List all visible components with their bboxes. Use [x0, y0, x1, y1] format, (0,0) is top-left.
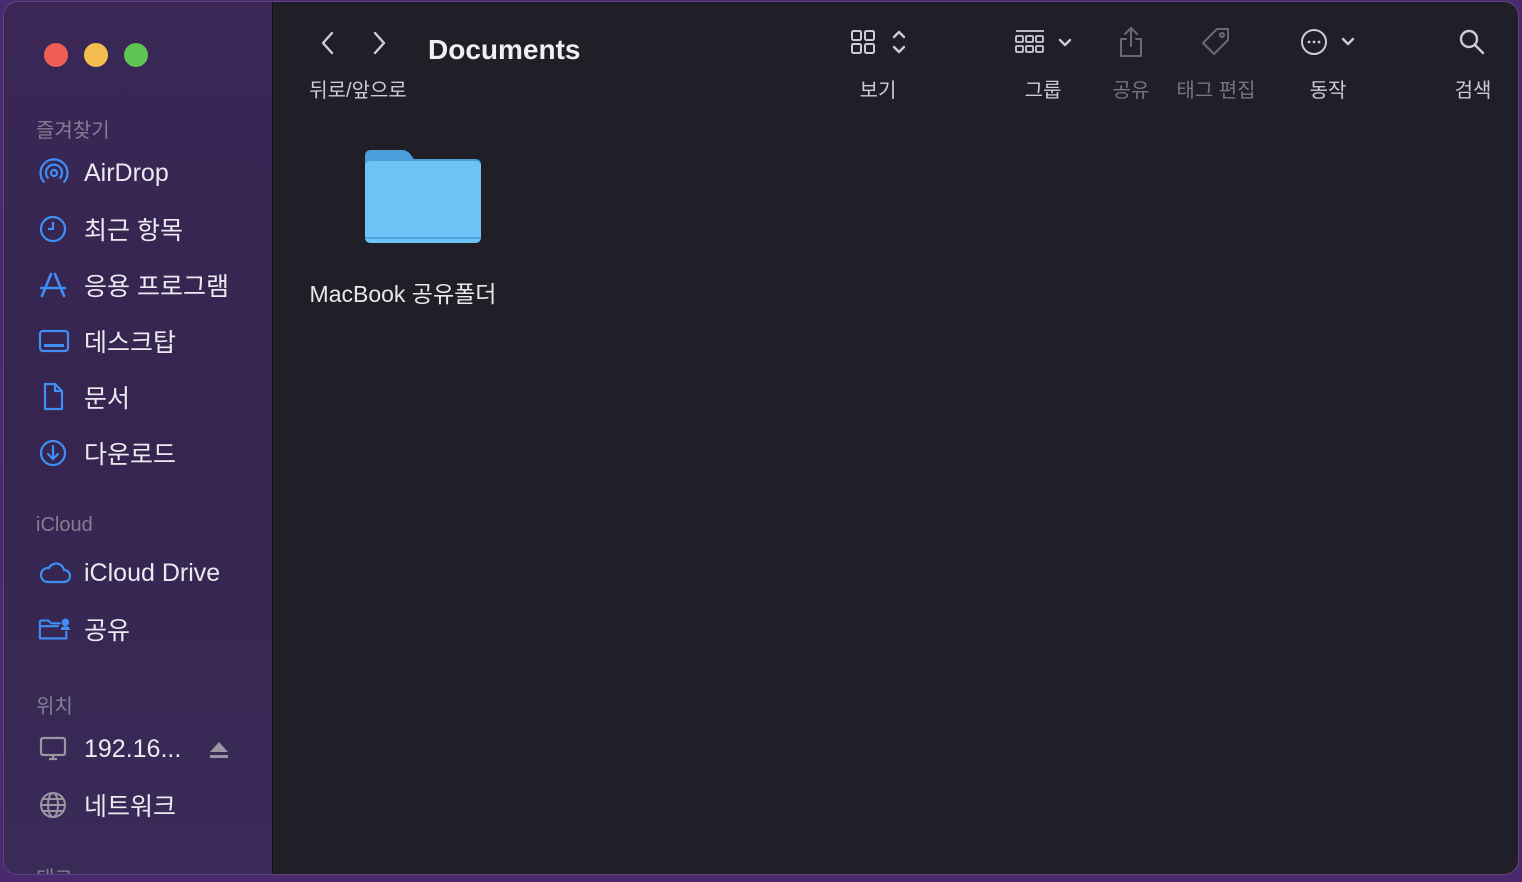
search-icon [1457, 27, 1487, 62]
zoom-window-button[interactable] [124, 43, 148, 67]
sidebar-item-recents[interactable]: 최근 항목 [38, 209, 183, 249]
tag-label: 태그 편집 [1176, 80, 1256, 102]
airdrop-icon [38, 156, 72, 190]
search-label: 검색 [1454, 80, 1492, 102]
main-content: 뒤로/앞으로 Documents 보기 그룹 공유 태그 편집 동작 검색 Ma… [273, 2, 1518, 874]
action-button[interactable] [1298, 26, 1360, 62]
sidebar-item-airdrop[interactable]: AirDrop [38, 153, 169, 193]
share-label: 공유 [1112, 80, 1150, 102]
share-icon [1116, 25, 1146, 64]
sidebar-item-label: 최근 항목 [84, 217, 183, 245]
document-icon [38, 380, 72, 414]
back-forward-label: 뒤로/앞으로 [309, 80, 407, 102]
sidebar-section-locations: 위치 [36, 696, 73, 718]
window-title: Documents [428, 34, 581, 65]
globe-icon [38, 788, 72, 822]
chevron-left-icon [321, 31, 334, 55]
sidebar-section-tags: 태그 [36, 862, 73, 874]
sidebar-item-label: 다운로드 [84, 441, 177, 469]
group-icon [1013, 27, 1079, 62]
chevron-right-icon [373, 31, 386, 55]
view-label: 보기 [859, 80, 897, 102]
clock-icon [38, 212, 72, 246]
minimize-window-button[interactable] [84, 43, 108, 67]
computer-icon [38, 732, 72, 766]
sidebar-section-favorites: 즐겨찾기 [36, 120, 110, 142]
applications-icon [38, 268, 72, 302]
sidebar-item-shared[interactable]: 공유 [38, 609, 130, 649]
ellipsis-circle-icon [1298, 26, 1360, 63]
download-icon [38, 436, 72, 470]
sidebar-item-documents[interactable]: 문서 [38, 377, 130, 417]
sidebar-section-icloud: iCloud [36, 514, 93, 536]
tag-button[interactable] [1200, 26, 1232, 62]
sidebar-item-network[interactable]: 네트워크 [38, 785, 176, 825]
desktop-icon [38, 324, 72, 358]
sidebar-item-label: 문서 [84, 385, 131, 413]
sidebar-item-label: 응용 프로그램 [84, 273, 229, 301]
search-button[interactable] [1457, 26, 1487, 62]
sidebar-item-label: 네트워크 [84, 793, 177, 821]
sidebar: 즐겨찾기 AirDrop 최근 항목 응용 프로그램 데스크탑 문서 다운로드 … [4, 2, 273, 874]
folder-icon [343, 142, 503, 249]
sidebar-item-label: AirDrop [84, 158, 169, 187]
shared-folder-icon [38, 612, 72, 646]
sidebar-item-label: 192.16... [84, 734, 182, 763]
action-label: 동작 [1309, 80, 1347, 102]
finder-window: 즐겨찾기 AirDrop 최근 항목 응용 프로그램 데스크탑 문서 다운로드 … [4, 2, 1518, 874]
sidebar-item-downloads[interactable]: 다운로드 [38, 433, 176, 473]
sidebar-item-icloud-drive[interactable]: iCloud Drive [38, 553, 220, 593]
forward-button[interactable] [362, 26, 396, 60]
group-label: 그룹 [1024, 80, 1062, 102]
sidebar-item-applications[interactable]: 응용 프로그램 [38, 265, 229, 305]
view-button[interactable] [848, 26, 908, 62]
sidebar-item-desktop[interactable]: 데스크탑 [38, 321, 176, 361]
sidebar-item-label: 공유 [84, 617, 131, 645]
grid-view-icon [848, 27, 908, 62]
group-button[interactable] [1013, 26, 1079, 62]
tag-icon [1200, 26, 1232, 63]
close-window-button[interactable] [44, 43, 68, 67]
back-button[interactable] [311, 26, 345, 60]
eject-icon[interactable] [208, 740, 230, 765]
share-button[interactable] [1116, 26, 1146, 62]
sidebar-item-label: iCloud Drive [84, 558, 221, 587]
folder-name: MacBook 공유폴더 [309, 281, 497, 307]
folder-item[interactable]: MacBook 공유폴더 [303, 142, 503, 309]
sidebar-item-server[interactable]: 192.16... [38, 729, 181, 769]
sidebar-item-label: 데스크탑 [84, 329, 177, 357]
cloud-icon [38, 556, 72, 590]
